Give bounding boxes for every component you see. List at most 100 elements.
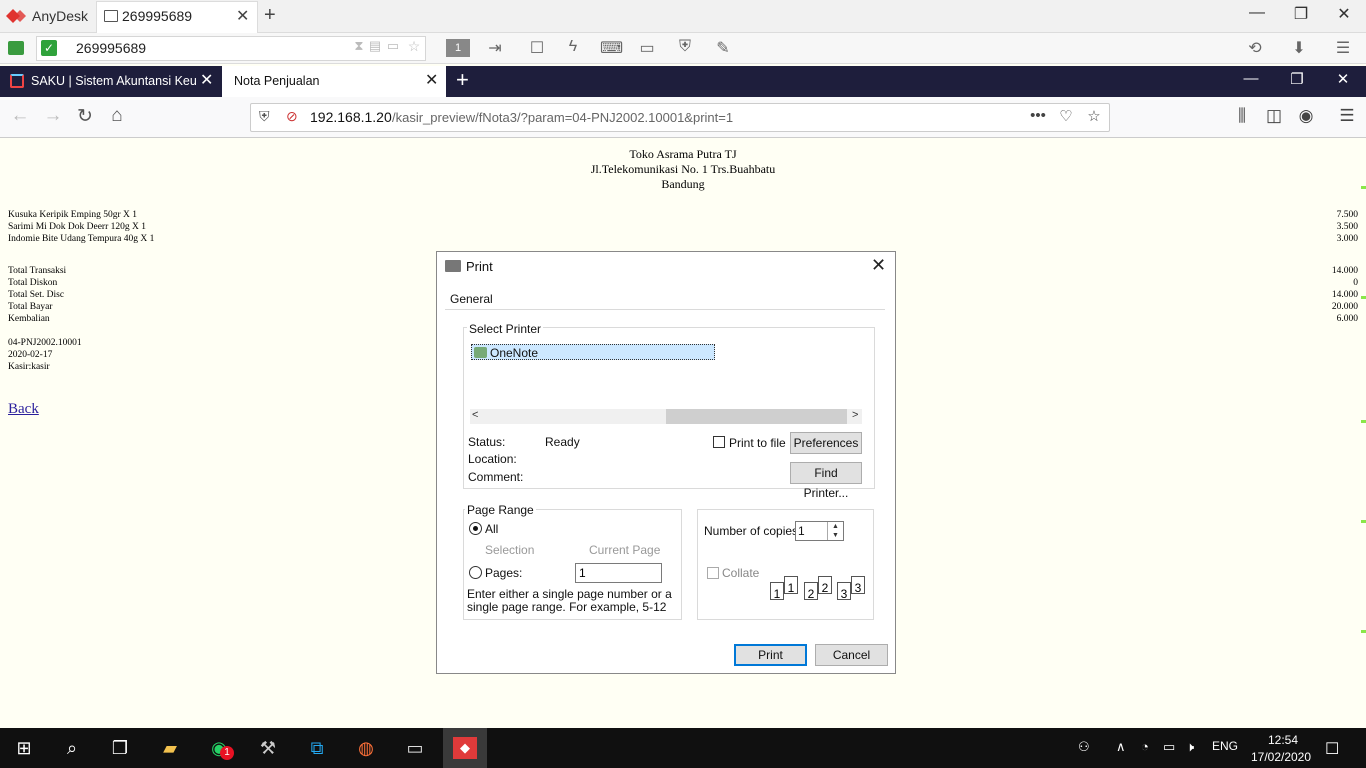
collate-page-icon: 3 bbox=[837, 582, 851, 601]
copies-label: Number of copies: bbox=[704, 524, 802, 538]
collate-page-icon: 1 bbox=[770, 582, 784, 601]
pages-radio[interactable] bbox=[469, 566, 482, 579]
printer-check-icon bbox=[474, 347, 487, 358]
monitor-select-button[interactable]: 1 bbox=[446, 39, 470, 57]
copies-spinner-icon[interactable]: ▲ ▼ bbox=[827, 522, 843, 540]
scrollbar-thumb[interactable] bbox=[666, 409, 847, 424]
language-indicator[interactable]: ENG bbox=[1212, 739, 1238, 753]
file-explorer-icon[interactable]: ▰ bbox=[158, 736, 182, 760]
store-address: Jl.Telekomunikasi No. 1 Trs.Buahbatu bbox=[590, 162, 776, 176]
whatsapp-badge: 1 bbox=[220, 746, 234, 760]
minimize-button[interactable]: — bbox=[1242, 4, 1272, 22]
url-path: /kasir_preview/fNota3/?param=04-PNJ2002.… bbox=[392, 110, 734, 125]
history-icon[interactable]: ⟲ bbox=[1244, 38, 1266, 58]
total-amount: 14.000 bbox=[1331, 266, 1358, 276]
close-tab-icon[interactable]: ✕ bbox=[425, 70, 438, 90]
cancel-button[interactable]: Cancel bbox=[815, 644, 888, 666]
library-icon[interactable]: ⫼ bbox=[1229, 106, 1255, 126]
anydesk-tab-label: 269995689 bbox=[122, 8, 193, 24]
anydesk-app-name: AnyDesk bbox=[32, 8, 89, 24]
minimize-button[interactable]: — bbox=[1236, 70, 1266, 87]
collate-page-icon: 2 bbox=[818, 576, 832, 595]
tracking-shield-icon[interactable]: ⛨ bbox=[259, 108, 270, 125]
restore-button[interactable]: ❐ bbox=[1286, 4, 1316, 24]
vscode-icon[interactable]: ⧉ bbox=[305, 736, 329, 760]
print-to-file-label: Print to file bbox=[729, 436, 786, 450]
tools-icon[interactable]: ⚒ bbox=[256, 736, 280, 760]
bookmark-star-icon[interactable]: ☆ bbox=[1083, 107, 1105, 125]
sidebar-icon[interactable]: ◫ bbox=[1261, 106, 1287, 126]
anydesk-logo-icon bbox=[6, 9, 26, 23]
new-tab-button[interactable]: + bbox=[264, 4, 276, 27]
permissions-shield-icon[interactable]: ⛨ bbox=[674, 38, 696, 56]
search-icon[interactable]: ⌕ bbox=[60, 736, 84, 760]
close-tab-icon[interactable]: ✕ bbox=[236, 6, 249, 26]
selection-label: Selection bbox=[485, 543, 535, 557]
collate-page-icon: 3 bbox=[851, 576, 865, 595]
firefox-icon[interactable]: ◍ bbox=[354, 736, 378, 760]
battery-icon[interactable]: ▭ bbox=[1163, 739, 1175, 755]
pocket-icon[interactable]: ♡ bbox=[1055, 107, 1077, 125]
back-link[interactable]: Back bbox=[8, 401, 39, 418]
print-to-file-checkbox[interactable] bbox=[713, 436, 725, 448]
windows-start-icon[interactable]: ⊞ bbox=[12, 736, 36, 760]
whiteboard-pen-icon[interactable]: ✎ bbox=[712, 38, 734, 58]
volume-muted-icon[interactable]: 🕨 bbox=[1186, 739, 1194, 755]
pages-label: Pages: bbox=[485, 566, 523, 580]
close-window-button[interactable]: ✕ bbox=[1329, 4, 1359, 24]
tab-saku[interactable]: SAKU | Sistem Akuntansi Keuan bbox=[31, 74, 196, 88]
page-actions-icon[interactable]: ••• bbox=[1027, 107, 1049, 124]
total-amount: 14.000 bbox=[1331, 290, 1358, 300]
preferences-button[interactable]: Preferences bbox=[790, 432, 862, 454]
item-amount: 3.000 bbox=[1336, 234, 1358, 244]
forward-arrow-icon[interactable]: → bbox=[40, 105, 66, 127]
remote-monitor-icon[interactable] bbox=[8, 41, 24, 55]
reload-icon[interactable]: ↻ bbox=[72, 105, 98, 128]
back-arrow-icon[interactable]: ← bbox=[7, 105, 33, 127]
clock-date[interactable]: 17/02/2020 bbox=[1244, 750, 1318, 764]
tab-general[interactable]: General bbox=[450, 292, 493, 306]
tab-label: Nota Penjualan bbox=[234, 74, 320, 88]
find-printer-button[interactable]: Find Printer... bbox=[790, 462, 862, 500]
url-host: 192.168.1.20 bbox=[310, 109, 392, 125]
network-icon[interactable]: ◔ bbox=[1141, 739, 1149, 754]
terminal-icon[interactable]: ▭ bbox=[403, 736, 427, 760]
scroll-right-arrow-icon[interactable]: > bbox=[852, 409, 858, 421]
comment-label: Comment: bbox=[468, 470, 524, 484]
close-icon[interactable]: ✕ bbox=[871, 255, 886, 276]
account-icon[interactable]: ◉ bbox=[1293, 106, 1319, 126]
saku-favicon-icon bbox=[10, 74, 24, 88]
all-radio[interactable] bbox=[469, 522, 482, 535]
nota-number: 04-PNJ2002.10001 bbox=[8, 338, 82, 348]
pages-input[interactable]: 1 bbox=[575, 563, 662, 583]
insecure-lock-icon[interactable]: ⊘ bbox=[286, 108, 298, 125]
keyboard-icon[interactable]: ⌨ bbox=[600, 38, 623, 58]
menu-icon[interactable]: ☰ bbox=[1334, 106, 1360, 126]
item-amount: 7.500 bbox=[1336, 210, 1358, 220]
favorite-star-icon[interactable]: ☆ bbox=[403, 38, 425, 55]
new-tab-button[interactable]: + bbox=[456, 67, 469, 93]
dialog-title: Print bbox=[466, 259, 493, 274]
home-icon[interactable]: ⌂ bbox=[104, 105, 130, 127]
collate-checkbox[interactable] bbox=[707, 567, 719, 579]
show-hidden-icons-icon[interactable]: ∧ bbox=[1116, 739, 1126, 755]
close-tab-icon[interactable]: ✕ bbox=[200, 70, 213, 90]
chat-icon[interactable]: ☐ bbox=[526, 38, 548, 58]
all-label: All bbox=[485, 522, 499, 536]
file-transfer-icon[interactable]: ⇥ bbox=[484, 38, 506, 58]
task-view-icon[interactable]: ❐ bbox=[108, 736, 132, 760]
print-button[interactable]: Print bbox=[734, 644, 807, 666]
notifications-icon[interactable]: ☐ bbox=[1325, 739, 1339, 759]
item-name: Indomie Bite Udang Tempura 40g X 1 bbox=[8, 234, 155, 244]
close-window-button[interactable]: ✕ bbox=[1328, 70, 1358, 88]
scroll-left-arrow-icon[interactable]: < bbox=[472, 409, 478, 421]
download-icon[interactable]: ⬇ bbox=[1288, 38, 1310, 58]
page-range-label: Page Range bbox=[465, 503, 536, 517]
clock-time[interactable]: 12:54 bbox=[1250, 733, 1316, 747]
people-icon[interactable]: ⚇ bbox=[1078, 739, 1090, 755]
select-printer-label: Select Printer bbox=[467, 322, 544, 336]
restore-button[interactable]: ❐ bbox=[1282, 70, 1312, 88]
display-icon[interactable]: ▭ bbox=[636, 38, 658, 58]
actions-lightning-icon[interactable]: ϟ bbox=[562, 38, 584, 56]
menu-icon[interactable]: ☰ bbox=[1332, 38, 1354, 58]
